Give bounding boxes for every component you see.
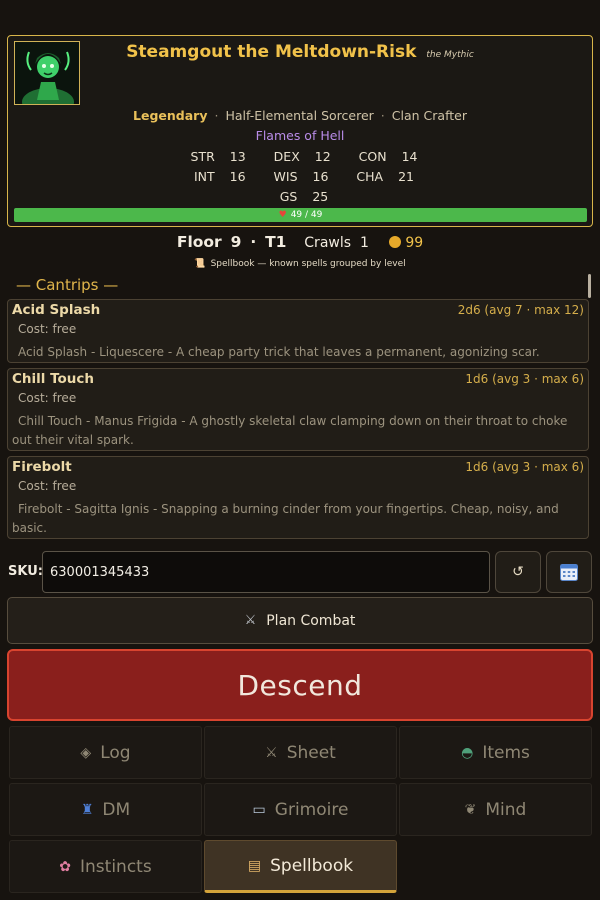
scroll-icon: 📜 xyxy=(194,259,206,269)
spellbook-hint: 📜 Spellbook — known spells grouped by lev… xyxy=(194,259,406,269)
stat-str: STR 13 xyxy=(190,149,246,164)
spell-name: Firebolt xyxy=(12,459,72,475)
gold-value: 99 xyxy=(405,235,424,251)
scroll-icon: ▤ xyxy=(247,857,262,874)
game-screen: Steamgout the Meltdown-Risk the Mythic Le… xyxy=(0,0,600,900)
tier-value: T1 xyxy=(265,233,287,251)
class-label: Half-Elemental Sorcerer xyxy=(225,108,374,123)
tab-sheet[interactable]: ⚔ Sheet xyxy=(204,726,397,779)
brain-icon: ✿ xyxy=(59,858,72,875)
calendar-button[interactable] xyxy=(546,551,592,593)
diamond-icon: ◈ xyxy=(80,744,92,761)
character-subline: Legendary · Half-Elemental Sorcerer · Clan C… xyxy=(133,108,467,123)
tab-mind[interactable]: ❦ Mind xyxy=(399,783,592,836)
spell-description: Firebolt - Sagitta Ignis - Snapping a bu… xyxy=(12,502,559,535)
wizard-icon: ♜ xyxy=(80,801,94,818)
tab-items[interactable]: ◓ Items xyxy=(399,726,592,779)
tab-instincts[interactable]: ✿ Instincts xyxy=(9,840,202,893)
spell-list-scrollbar[interactable] xyxy=(588,274,591,298)
character-name: Steamgout the Meltdown-Risk the Mythic xyxy=(126,42,474,62)
stats-row-3: GS 25 xyxy=(8,189,592,204)
hp-text: ♥ 49 / 49 xyxy=(278,210,323,220)
heart-icon: ♥ xyxy=(278,210,287,220)
spell-cost: Cost: free xyxy=(18,322,77,336)
status-separator: · xyxy=(250,233,257,251)
crossed-swords-icon: ⚔ xyxy=(265,744,278,761)
character-epithet: the Mythic xyxy=(426,50,474,60)
run-status: Floor 9 · T1 Crawls 1 99 xyxy=(0,233,600,251)
spell-cost: Cost: free xyxy=(18,391,77,405)
spell-dice: 1d6 (avg 3 · max 6) xyxy=(465,372,584,386)
spell-card-acid-splash[interactable]: Acid Splash 2d6 (avg 7 · max 12) Cost: f… xyxy=(7,299,589,363)
clan-label: Clan Crafter xyxy=(391,108,467,123)
stats-row-2: INT 16 WIS 16 CHA 21 xyxy=(8,169,592,184)
spell-name: Chill Touch xyxy=(12,371,95,387)
spell-cost: Cost: free xyxy=(18,479,77,493)
sku-label: SKU: xyxy=(8,564,43,579)
stat-wis: WIS 16 xyxy=(273,169,329,184)
crawls-value: 1 xyxy=(359,235,369,251)
spell-list[interactable]: — Cantrips — Acid Splash 2d6 (avg 7 · ma… xyxy=(0,272,600,546)
gold-coin-icon xyxy=(389,236,402,248)
tab-log[interactable]: ◈ Log xyxy=(9,726,202,779)
rarity-label: Legendary xyxy=(133,108,208,123)
spell-dice: 1d6 (avg 3 · max 6) xyxy=(465,460,584,474)
tab-spellbook[interactable]: ▤ Spellbook xyxy=(204,840,397,893)
spell-level-heading: — Cantrips — xyxy=(16,276,119,294)
crossed-swords-icon: ⚔ xyxy=(244,613,257,628)
floor-label: Floor xyxy=(176,233,222,251)
spell-dice: 2d6 (avg 7 · max 12) xyxy=(457,303,584,317)
character-title: Flames of Hell xyxy=(255,128,345,143)
spell-card-chill-touch[interactable]: Chill Touch 1d6 (avg 3 · max 6) Cost: fr… xyxy=(7,368,589,451)
hp-bar: ♥ 49 / 49 xyxy=(14,208,587,222)
spell-name: Acid Splash xyxy=(12,302,101,318)
character-card: Steamgout the Meltdown-Risk the Mythic Le… xyxy=(7,35,593,227)
stat-cha: CHA 21 xyxy=(356,169,415,184)
stat-con: CON 14 xyxy=(358,149,418,164)
stat-int: INT 16 xyxy=(193,169,246,184)
stat-dex: DEX 12 xyxy=(273,149,331,164)
refresh-icon: ↺ xyxy=(512,564,524,580)
descend-button[interactable]: Descend xyxy=(7,649,593,721)
book-icon: ▭ xyxy=(252,801,266,818)
crawls-label: Crawls xyxy=(304,235,352,251)
spell-description: Chill Touch - Manus Frigida - A ghostly … xyxy=(12,414,568,447)
sku-input[interactable] xyxy=(42,551,490,593)
stats-row-1: STR 13 DEX 12 CON 14 xyxy=(8,149,592,164)
tab-grimoire[interactable]: ▭ Grimoire xyxy=(204,783,397,836)
cap-icon: ◓ xyxy=(461,744,474,761)
floor-value: 9 xyxy=(230,233,242,251)
plan-combat-button[interactable]: ⚔ Plan Combat xyxy=(7,597,593,644)
tab-dm[interactable]: ♜ DM xyxy=(9,783,202,836)
spell-description: Acid Splash - Liquescere - A cheap party… xyxy=(18,345,540,359)
calendar-icon xyxy=(560,564,578,581)
stat-gs: GS 25 xyxy=(279,189,329,204)
refresh-button[interactable]: ↺ xyxy=(495,551,541,593)
swirl-icon: ❦ xyxy=(464,801,477,818)
spell-card-firebolt[interactable]: Firebolt 1d6 (avg 3 · max 6) Cost: free … xyxy=(7,456,589,539)
